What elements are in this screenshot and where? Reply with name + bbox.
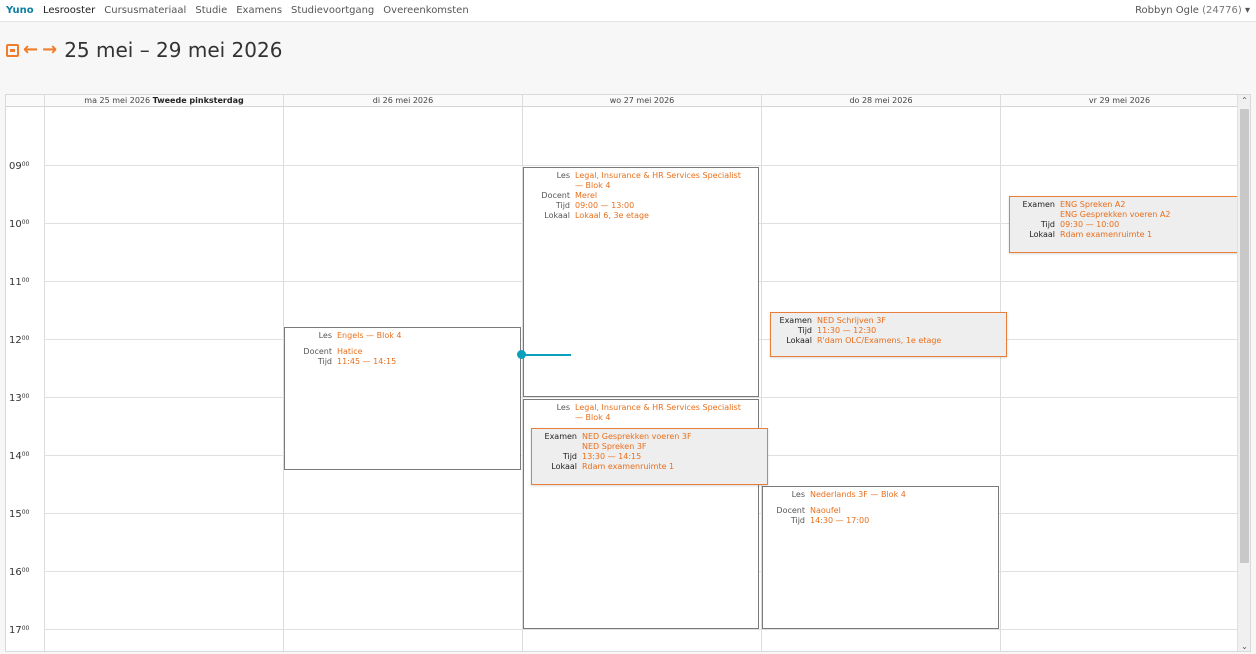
day-header-mon: ma 25 mei 2026 Tweede pinksterdag [44,95,283,107]
brand-logo[interactable]: Yuno [6,5,34,16]
event-thu-nederlands[interactable]: Les Nederlands 3F — Blok 4 Docent Naoufel … [762,486,999,629]
event-title: Engels — Blok 4 [337,331,402,340]
week-navigation: ← → 25 mei – 29 mei 2026 [6,38,282,62]
hour-line [44,397,1238,398]
vertical-scrollbar[interactable]: ⌃ ⌄ [1237,95,1250,651]
user-name: Robbyn Ogle [1135,5,1199,16]
current-time-line [522,354,571,356]
event-teacher: Hatice [337,347,363,356]
main-nav: Lesrooster Cursusmateriaal Studie Examen… [43,5,469,16]
day-date: ma 25 mei 2026 [84,96,151,105]
event-teacher: Naoufel [810,506,841,515]
scroll-down-icon[interactable]: ⌄ [1238,641,1250,651]
week-title: 25 mei – 29 mei 2026 [64,38,283,62]
exam-thu-ned[interactable]: Examen NED Schrijven 3F Tijd 11:30 — 12:30… [770,312,1007,357]
day-header-tue: di 26 mei 2026 [283,95,522,107]
exam-time: 09:30 — 10:00 [1060,220,1120,229]
calendar-icon[interactable] [6,43,19,57]
time-label-09: 0900 [9,161,30,172]
nav-studievoortgang[interactable]: Studievoortgang [291,5,374,16]
time-label-12: 1200 [9,335,30,346]
day-header-wed: wo 27 mei 2026 [522,95,761,107]
exam-time: 13:30 — 14:15 [582,452,642,461]
hour-line [44,165,1238,166]
exam-room: R'dam OLC/Examens, 1e etage [817,336,942,345]
exam-title: ENG Spreken A2 [1060,200,1126,209]
nav-studie[interactable]: Studie [195,5,227,16]
event-room: Lokaal 6, 3e etage [575,211,649,220]
scroll-up-icon[interactable]: ⌃ [1238,95,1250,107]
top-navigation-bar: Yuno Lesrooster Cursusmateriaal Studie E… [0,0,1256,22]
time-label-16: 1600 [9,567,30,578]
exam-room: Rdam examenruimte 1 [1060,230,1153,239]
exam-time: 11:30 — 12:30 [817,326,877,335]
exam-room: Rdam examenruimte 1 [582,462,675,471]
user-menu[interactable]: Robbyn Ogle (24776) ▾ [1135,5,1250,16]
nav-overeenkomsten[interactable]: Overeenkomsten [383,5,468,16]
time-label-13: 1300 [9,393,30,404]
event-title: Legal, Insurance & HR Services Specialis… [575,403,741,422]
event-time: 11:45 — 14:15 [337,357,397,366]
exam-fri-eng[interactable]: Examen ENG Spreken A2 ENG Gesprekken voer… [1009,196,1238,253]
event-time: 14:30 — 17:00 [810,516,870,525]
event-wed-legal-1[interactable]: Les Legal, Insurance & HR Services Specia… [523,167,759,397]
day-header-thu: do 28 mei 2026 [761,95,1000,107]
time-label-15: 1500 [9,509,30,520]
day-separator [44,95,45,651]
exam-title-2: ENG Gesprekken voeren A2 [1060,210,1171,219]
hour-line [44,629,1238,630]
event-title: Nederlands 3F — Blok 4 [810,490,906,499]
event-title: Legal, Insurance & HR Services Specialis… [575,171,741,190]
holiday-label: Tweede pinksterdag [152,96,244,105]
time-label-10: 1000 [9,219,30,230]
nav-cursusmateriaal[interactable]: Cursusmateriaal [104,5,186,16]
event-time: 09:00 — 13:00 [575,201,635,210]
time-label-17: 1700 [9,625,30,636]
user-id: (24776) [1202,5,1242,16]
day-separator [1000,95,1001,651]
exam-title: NED Gesprekken voeren 3F [582,432,692,441]
chevron-down-icon: ▾ [1244,5,1250,16]
event-tue-engels[interactable]: Les Engels — Blok 4 Docent Hatice Tijd 11:4… [284,327,521,470]
event-teacher: Merel [575,191,598,200]
nav-examens[interactable]: Examens [236,5,282,16]
nav-lesrooster[interactable]: Lesrooster [43,5,95,16]
exam-title-2: NED Spreken 3F [582,442,647,451]
current-time-dot [517,350,526,359]
scrollbar-thumb[interactable] [1240,109,1249,563]
exam-wed-ned[interactable]: Examen NED Gesprekken voeren 3F NED Sprek… [531,428,768,485]
arrow-left-icon[interactable]: ← [23,41,38,59]
arrow-right-icon[interactable]: → [42,41,57,59]
time-label-14: 1400 [9,451,30,462]
schedule-grid: ma 25 mei 2026 Tweede pinksterdag di 26 … [5,94,1251,652]
day-header-row: ma 25 mei 2026 Tweede pinksterdag di 26 … [6,95,1250,107]
day-header-fri: vr 29 mei 2026 [1000,95,1238,107]
exam-title: NED Schrijven 3F [817,316,886,325]
time-label-11: 1100 [9,277,30,288]
